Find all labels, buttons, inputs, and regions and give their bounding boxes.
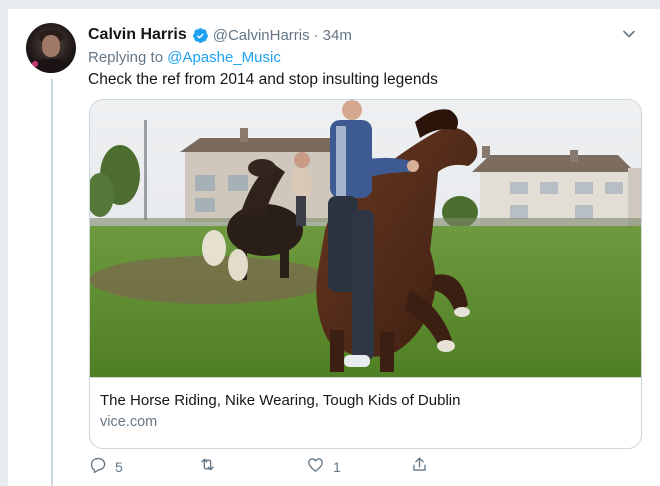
- like-button[interactable]: 1: [306, 456, 341, 478]
- share-icon: [410, 455, 429, 479]
- chevron-down-icon[interactable]: [622, 27, 636, 41]
- timestamp[interactable]: 34m: [323, 27, 352, 44]
- reply-icon: [88, 455, 107, 479]
- tweet-card[interactable]: Calvin Harris @CalvinHarris · 34m Replyi…: [8, 8, 660, 486]
- thread-line: [51, 79, 53, 486]
- display-name[interactable]: Calvin Harris: [88, 26, 187, 44]
- avatar-light: [32, 61, 38, 67]
- link-domain: vice.com: [100, 414, 158, 430]
- verified-badge-icon: [192, 27, 209, 44]
- link-preview-meta: The Horse Riding, Nike Wearing, Tough Ki…: [90, 377, 641, 448]
- user-handle[interactable]: @CalvinHarris: [213, 27, 310, 44]
- retweet-button[interactable]: [198, 456, 225, 478]
- reply-button[interactable]: 5: [88, 456, 123, 478]
- replying-to-link[interactable]: @Apashe_Music: [167, 49, 281, 66]
- replying-to: Replying to @Apashe_Music: [88, 49, 281, 66]
- avatar-face: [42, 35, 60, 57]
- dot-separator: ·: [313, 26, 319, 44]
- link-preview-card[interactable]: The Horse Riding, Nike Wearing, Tough Ki…: [89, 99, 642, 449]
- like-icon: [306, 455, 325, 479]
- tweet-text: Check the ref from 2014 and stop insulti…: [88, 71, 438, 88]
- tweet-header: Calvin Harris @CalvinHarris · 34m: [88, 25, 352, 45]
- retweet-icon: [198, 455, 217, 479]
- avatar[interactable]: [26, 23, 76, 73]
- reply-count: 5: [115, 459, 123, 475]
- share-button[interactable]: [410, 456, 429, 478]
- replying-prefix: Replying to: [88, 49, 168, 66]
- link-preview-image[interactable]: [90, 100, 641, 377]
- like-count: 1: [333, 459, 341, 475]
- link-title[interactable]: The Horse Riding, Nike Wearing, Tough Ki…: [100, 392, 460, 409]
- tweet-actions: 5 1: [88, 456, 448, 478]
